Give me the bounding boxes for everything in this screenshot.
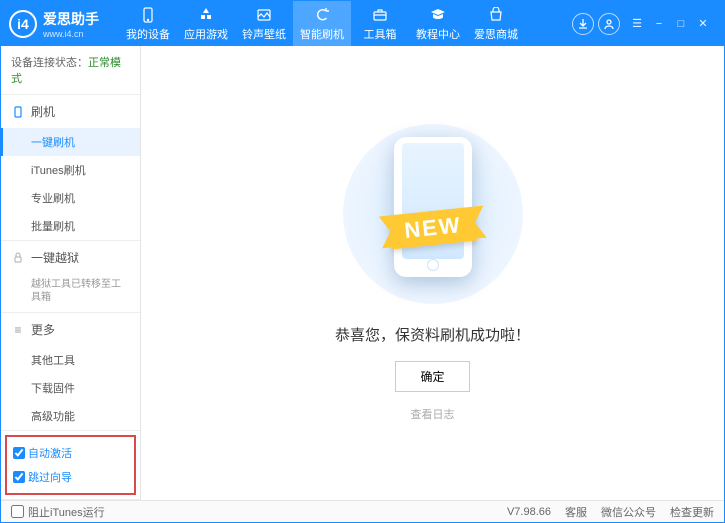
sidebar-group-flash[interactable]: 刷机 bbox=[1, 95, 140, 128]
download-button[interactable] bbox=[572, 13, 594, 35]
phone-icon bbox=[139, 6, 157, 24]
apps-icon bbox=[197, 6, 215, 24]
jailbreak-note: 越狱工具已转移至工具箱 bbox=[1, 274, 140, 312]
sidebar-item-pro[interactable]: 专业刷机 bbox=[1, 184, 140, 212]
footer: 阻止iTunes运行 V7.98.66 客服 微信公众号 检查更新 bbox=[1, 500, 724, 522]
window-controls: ☰ − □ ✕ bbox=[630, 17, 710, 31]
nav-label: 教程中心 bbox=[416, 26, 460, 42]
nav-my-device[interactable]: 我的设备 bbox=[119, 1, 177, 46]
wallpaper-icon bbox=[255, 6, 273, 24]
skip-guide-checkbox[interactable]: 跳过向导 bbox=[13, 469, 72, 485]
nav-apps[interactable]: 应用游戏 bbox=[177, 1, 235, 46]
sidebar-item-batch[interactable]: 批量刷机 bbox=[1, 212, 140, 240]
refresh-icon bbox=[313, 6, 331, 24]
version-label: V7.98.66 bbox=[507, 506, 551, 518]
group-title: 一键越狱 bbox=[31, 249, 79, 266]
check-update-link[interactable]: 检查更新 bbox=[670, 504, 714, 520]
menu-icon[interactable]: ☰ bbox=[630, 17, 644, 31]
minimize-icon[interactable]: − bbox=[652, 17, 666, 31]
wechat-link[interactable]: 微信公众号 bbox=[601, 504, 656, 520]
checkbox-label: 自动激活 bbox=[28, 445, 72, 461]
nav-ringtone[interactable]: 铃声壁纸 bbox=[235, 1, 293, 46]
checkbox-label: 阻止iTunes运行 bbox=[28, 504, 105, 520]
toolbox-icon bbox=[371, 6, 389, 24]
nav-toolbox[interactable]: 工具箱 bbox=[351, 1, 409, 46]
store-icon bbox=[487, 6, 505, 24]
block-itunes-checkbox[interactable]: 阻止iTunes运行 bbox=[11, 504, 105, 520]
group-title: 刷机 bbox=[31, 103, 55, 120]
success-message: 恭喜您，保资料刷机成功啦！ bbox=[335, 324, 530, 345]
titlebar: i4 爱思助手 www.i4.cn 我的设备 应用游戏 铃声壁纸 智能刷机 工具… bbox=[1, 1, 724, 46]
group-title: 更多 bbox=[31, 321, 55, 338]
nav-label: 爱思商城 bbox=[474, 26, 518, 42]
view-log-link[interactable]: 查看日志 bbox=[411, 406, 455, 422]
nav-label: 铃声壁纸 bbox=[242, 26, 286, 42]
nav-label: 智能刷机 bbox=[300, 26, 344, 42]
sidebar: 设备连接状态：正常模式 刷机 一键刷机 iTunes刷机 专业刷机 批量刷机 一… bbox=[1, 46, 141, 500]
brand-url: www.i4.cn bbox=[43, 29, 99, 39]
sidebar-item-oneclick[interactable]: 一键刷机 bbox=[1, 128, 140, 156]
sidebar-group-jailbreak[interactable]: 一键越狱 bbox=[1, 241, 140, 274]
sidebar-item-other[interactable]: 其他工具 bbox=[1, 346, 140, 374]
nav-label: 工具箱 bbox=[364, 26, 397, 42]
nav-label: 应用游戏 bbox=[184, 26, 228, 42]
nav-flash[interactable]: 智能刷机 bbox=[293, 1, 351, 46]
main-content: NEW 恭喜您，保资料刷机成功啦！ 确定 查看日志 bbox=[141, 46, 724, 500]
success-illustration: NEW bbox=[343, 124, 523, 304]
logo-icon: i4 bbox=[9, 10, 37, 38]
lock-icon bbox=[11, 251, 25, 265]
sidebar-item-firmware[interactable]: 下载固件 bbox=[1, 374, 140, 402]
graduation-icon bbox=[429, 6, 447, 24]
sidebar-group-more[interactable]: ≡ 更多 bbox=[1, 313, 140, 346]
nav-tutorial[interactable]: 教程中心 bbox=[409, 1, 467, 46]
device-panel[interactable]: iPhone 12 mini 64GB Down-12mini-13,1 bbox=[1, 499, 140, 500]
close-icon[interactable]: ✕ bbox=[696, 17, 710, 31]
top-nav: 我的设备 应用游戏 铃声壁纸 智能刷机 工具箱 教程中心 爱思商城 bbox=[119, 1, 568, 46]
status-label: 设备连接状态： bbox=[11, 57, 88, 69]
phone-icon bbox=[11, 105, 25, 119]
device-status: 设备连接状态：正常模式 bbox=[1, 46, 140, 95]
options-box: 自动激活 跳过向导 bbox=[5, 435, 136, 495]
sidebar-item-advanced[interactable]: 高级功能 bbox=[1, 402, 140, 430]
brand: i4 爱思助手 www.i4.cn bbox=[9, 9, 99, 39]
nav-label: 我的设备 bbox=[126, 26, 170, 42]
checkbox-label: 跳过向导 bbox=[28, 469, 72, 485]
auto-activate-checkbox[interactable]: 自动激活 bbox=[13, 445, 72, 461]
support-link[interactable]: 客服 bbox=[565, 504, 587, 520]
sidebar-item-itunes[interactable]: iTunes刷机 bbox=[1, 156, 140, 184]
user-button[interactable] bbox=[598, 13, 620, 35]
ok-button[interactable]: 确定 bbox=[395, 361, 469, 392]
brand-name: 爱思助手 bbox=[43, 9, 99, 29]
nav-store[interactable]: 爱思商城 bbox=[467, 1, 525, 46]
maximize-icon[interactable]: □ bbox=[674, 17, 688, 31]
menu-icon: ≡ bbox=[11, 323, 25, 337]
